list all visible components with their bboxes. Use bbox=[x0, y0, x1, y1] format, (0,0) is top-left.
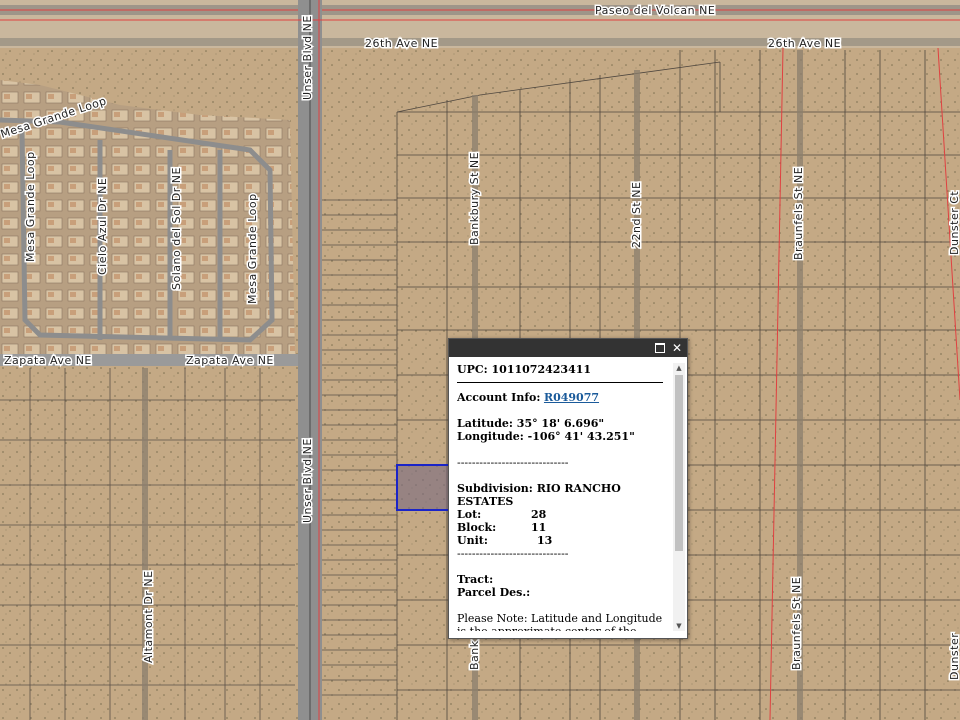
account-line: Account Info: R049077 bbox=[457, 391, 671, 404]
scroll-up-arrow-icon[interactable]: ▲ bbox=[673, 363, 685, 373]
subdivision-line: Subdivision: RIO RANCHO ESTATES bbox=[457, 482, 671, 508]
maximize-icon[interactable] bbox=[653, 341, 667, 355]
label-zapata-ave-right: Zapata Ave NE bbox=[186, 354, 274, 367]
label-zapata-ave-left: Zapata Ave NE bbox=[4, 354, 92, 367]
upc-label: UPC: bbox=[457, 363, 488, 376]
label-26th-ave-left: 26th Ave NE bbox=[365, 37, 438, 50]
label-braunfels-st-top: Braunfels St NE bbox=[792, 167, 805, 260]
upc-divider bbox=[457, 382, 663, 383]
block-label: Block: bbox=[457, 521, 497, 534]
label-mesa-grande-loop-v1: Mesa Grande Loop bbox=[24, 151, 37, 262]
latitude-label: Latitude: bbox=[457, 417, 513, 430]
unit-row: Unit: 13 bbox=[457, 534, 671, 547]
lot-label: Lot: bbox=[457, 508, 482, 521]
label-banbury-st-top: Bankbury St NE bbox=[468, 152, 481, 245]
label-paseo-del-volcan: Paseo del Volcan NE bbox=[595, 4, 715, 17]
label-unser-blvd-top: Unser Blvd NE bbox=[301, 15, 314, 100]
lot-value: 28 bbox=[531, 508, 547, 521]
label-altamont-dr: Altamont Dr NE bbox=[142, 570, 155, 663]
label-banbury-st-bottom: Bank bbox=[468, 640, 481, 670]
longitude-value: -106° 41' 43.251" bbox=[527, 430, 635, 443]
account-link[interactable]: R049077 bbox=[544, 391, 599, 404]
label-22nd-st: 22nd St NE bbox=[630, 182, 643, 248]
label-dunster-bottom: Dunster bbox=[948, 633, 960, 680]
label-unser-blvd-bottom: Unser Blvd NE bbox=[301, 438, 314, 523]
parcel-info-popup: ✕ UPC: 1011072423411 Account Info: R0490… bbox=[448, 338, 688, 639]
longitude-label: Longitude: bbox=[457, 430, 524, 443]
account-label: Account Info: bbox=[457, 391, 541, 404]
longitude-line: Longitude: -106° 41' 43.251" bbox=[457, 430, 671, 443]
label-mesa-grande-loop-v2: Mesa Grande Loop bbox=[246, 193, 259, 304]
latitude-value: 35° 18' 6.696" bbox=[516, 417, 605, 430]
label-26th-ave-right: 26th Ave NE bbox=[768, 37, 841, 50]
popup-content: UPC: 1011072423411 Account Info: R049077… bbox=[457, 363, 671, 631]
label-braunfels-st-bottom: Braunfels St NE bbox=[790, 577, 803, 670]
location-note: Please Note: Latitude and Longitude is t… bbox=[457, 612, 663, 631]
parcel-des-label: Parcel Des.: bbox=[457, 586, 531, 599]
close-icon[interactable]: ✕ bbox=[670, 341, 684, 355]
selected-parcel[interactable] bbox=[396, 464, 453, 511]
subdivision-label: Subdivision: bbox=[457, 482, 533, 495]
tract-label: Tract: bbox=[457, 573, 494, 586]
separator-2: ------------------------------ bbox=[457, 547, 569, 560]
separator-1: ------------------------------ bbox=[457, 456, 569, 469]
latitude-line: Latitude: 35° 18' 6.696" bbox=[457, 417, 671, 430]
block-value: 11 bbox=[531, 521, 547, 534]
popup-titlebar: ✕ bbox=[449, 339, 687, 357]
scroll-down-arrow-icon[interactable]: ▼ bbox=[673, 621, 685, 631]
upc-line: UPC: 1011072423411 bbox=[457, 363, 671, 376]
label-cielo-azul-dr: Cielo Azul Dr NE bbox=[96, 178, 109, 275]
popup-scrollbar[interactable]: ▲ ▼ bbox=[673, 363, 685, 631]
scrollbar-thumb[interactable] bbox=[675, 375, 683, 551]
label-solano-del-sol-dr: Solano del Sol Dr NE bbox=[170, 167, 183, 290]
upc-value: 1011072423411 bbox=[491, 363, 592, 376]
label-dunster-top: Dunster Ct bbox=[948, 191, 960, 255]
lot-row: Lot: 28 bbox=[457, 508, 671, 521]
block-row: Block: 11 bbox=[457, 521, 671, 534]
unit-label: Unit: bbox=[457, 534, 488, 547]
unit-value: 13 bbox=[537, 534, 553, 547]
